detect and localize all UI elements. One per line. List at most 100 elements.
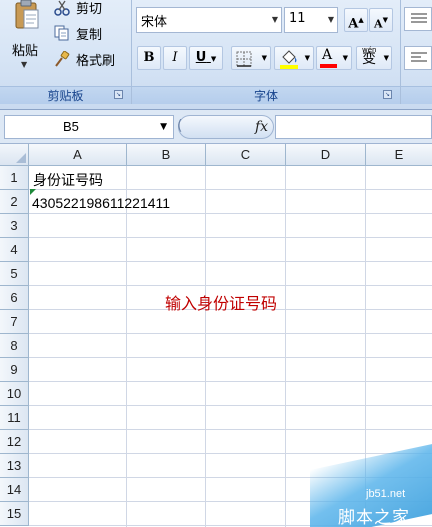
format-painter-button[interactable]: 格式刷 (54, 48, 128, 70)
cell-a2[interactable]: 430522198611221411 (32, 195, 170, 211)
cut-label: 剪切 (76, 2, 103, 17)
row-header-2[interactable]: 2 (0, 190, 29, 214)
clipboard-icon (15, 0, 39, 29)
column-header-a[interactable]: A (29, 144, 127, 166)
font-size-value: 11 (289, 11, 306, 26)
up-caret-icon: ▲ (358, 16, 364, 24)
gridline (126, 166, 127, 527)
chevron-down-icon[interactable]: ▼ (272, 15, 278, 24)
shrink-font-button[interactable]: A▼ (369, 8, 393, 32)
splitter-icon[interactable]: ( (177, 118, 182, 134)
row-header-15[interactable]: 15 (0, 502, 29, 526)
chevron-down-icon[interactable]: ▼ (160, 122, 167, 132)
fill-color-button[interactable]: ▼ (274, 46, 314, 70)
column-header-d[interactable]: D (286, 144, 366, 166)
formula-input[interactable] (275, 115, 432, 139)
row-header-14[interactable]: 14 (0, 478, 29, 502)
chevron-down-icon[interactable]: ▼ (328, 15, 334, 24)
gridline (29, 285, 432, 286)
watermark-url: jb51.net (366, 488, 406, 500)
row-header-4[interactable]: 4 (0, 238, 29, 262)
column-header-c[interactable]: C (206, 144, 286, 166)
font-dialog-launcher-icon[interactable]: ↘ (383, 90, 392, 99)
font-name-combobox[interactable]: 宋体 ▼ (136, 7, 282, 33)
font-color-swatch (320, 64, 337, 68)
row-header-10[interactable]: 10 (0, 382, 29, 406)
gridline (29, 357, 432, 358)
insert-function-button[interactable]: fx (255, 119, 268, 135)
gridline (205, 166, 206, 527)
underline-button[interactable]: U ▼ (189, 46, 223, 70)
align-lines-icon (411, 13, 427, 23)
gridline (285, 166, 286, 527)
gridline (29, 237, 432, 238)
watermark-name: 脚本之家 (338, 508, 410, 527)
bold-button[interactable]: B (137, 46, 161, 70)
paste-button[interactable]: 粘贴 ▼ (4, 0, 46, 84)
cut-button[interactable]: 剪切 (54, 0, 128, 22)
border-icon (236, 51, 252, 67)
align-left-icon (411, 52, 427, 62)
chevron-down-icon[interactable]: ▼ (384, 47, 389, 69)
shrink-font-label: A (374, 17, 383, 31)
paintbrush-icon (55, 51, 70, 67)
chevron-down-icon[interactable]: ▼ (211, 48, 216, 70)
italic-button[interactable]: I (163, 46, 187, 70)
chevron-down-icon[interactable]: ▼ (21, 60, 27, 69)
gridline (29, 429, 432, 430)
name-box[interactable]: B5 ▼ (4, 115, 174, 139)
chevron-down-icon[interactable]: ▼ (262, 47, 267, 69)
font-group-label: 字体 (132, 86, 400, 104)
select-all-button[interactable] (0, 144, 29, 166)
gridline (29, 213, 432, 214)
row-header-9[interactable]: 9 (0, 358, 29, 382)
gridline (29, 405, 432, 406)
row-header-1[interactable]: 1 (0, 166, 29, 190)
chevron-down-icon[interactable]: ▼ (343, 47, 348, 69)
gridline (29, 261, 432, 262)
row-header-12[interactable]: 12 (0, 430, 29, 454)
gridline (29, 381, 432, 382)
column-header-b[interactable]: B (127, 144, 206, 166)
name-box-value: B5 (63, 119, 79, 134)
column-header-e[interactable]: E (366, 144, 432, 166)
align-left-button[interactable] (404, 46, 432, 70)
ribbon: 粘贴 ▼ 剪切 复制 格式刷 剪贴板 ↘ 宋体 ▼ 11 ▼ A▲ A▼ B I… (0, 0, 432, 110)
select-all-icon (16, 153, 26, 163)
row-header-3[interactable]: 3 (0, 214, 29, 238)
row-header-8[interactable]: 8 (0, 334, 29, 358)
formula-bar: B5 ▼ ( fx (0, 110, 432, 144)
formula-tools: ( fx (177, 115, 274, 139)
scissors-icon (54, 0, 70, 16)
grow-font-button[interactable]: A▲ (344, 8, 368, 32)
font-color-button[interactable]: A ▼ (316, 46, 352, 70)
clipboard-group-label: 剪贴板 (0, 86, 131, 104)
row-header-5[interactable]: 5 (0, 262, 29, 286)
paint-bucket-icon (280, 50, 298, 69)
gridline (29, 333, 432, 334)
instruction-annotation: 输入身份证号码 (165, 294, 278, 313)
copy-button[interactable]: 复制 (54, 22, 128, 44)
grow-font-label: A (348, 16, 359, 32)
down-caret-icon: ▼ (382, 16, 388, 24)
row-header-7[interactable]: 7 (0, 310, 29, 334)
gridline (29, 453, 432, 454)
row-header-13[interactable]: 13 (0, 454, 29, 478)
cell-a1[interactable]: 身份证号码 (33, 170, 103, 190)
alignment-group-label (401, 86, 432, 104)
format-painter-label: 格式刷 (76, 54, 116, 69)
underline-label: U (195, 50, 207, 65)
row-header-11[interactable]: 11 (0, 406, 29, 430)
font-name-value: 宋体 (141, 15, 168, 30)
align-top-button[interactable] (404, 7, 432, 31)
chevron-down-icon[interactable]: ▼ (305, 47, 310, 69)
phonetic-guide-button[interactable]: wén 变 ▼ (356, 46, 392, 70)
phonetic-char: 变 (362, 51, 376, 67)
clipboard-dialog-launcher-icon[interactable]: ↘ (114, 90, 123, 99)
paste-label: 粘贴 (12, 44, 39, 59)
borders-button[interactable]: ▼ (231, 46, 271, 70)
copy-label: 复制 (76, 28, 103, 43)
font-size-combobox[interactable]: 11 ▼ (284, 7, 338, 33)
row-header-6[interactable]: 6 (0, 286, 29, 310)
copy-icon (54, 25, 69, 41)
